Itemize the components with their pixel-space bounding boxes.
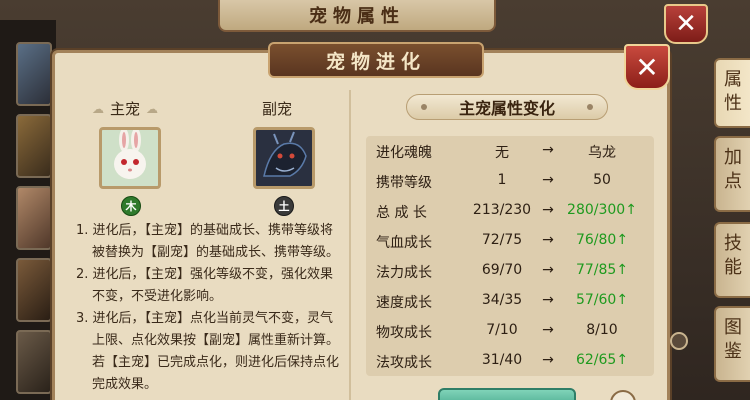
attribute-from-value: 213/230 (472, 202, 532, 218)
rule-text: 3. 进化后，【主宠】点化当前灵气不变，灵气上限、点化效果按【副宠】属性重新计算… (76, 311, 340, 348)
arrow-right-icon: → (542, 202, 554, 218)
attribute-to-text: 62/65 (575, 352, 617, 368)
attribute-to-text: 77/85 (575, 262, 617, 278)
attribute-name: 气血成长 (376, 235, 432, 251)
ornament-dot-icon (587, 104, 593, 110)
tab-codex[interactable]: 图鉴 (714, 306, 750, 382)
attribute-name: 总 成 长 (376, 205, 427, 221)
arrow-up-icon: ↑ (616, 292, 629, 308)
attribute-name: 法攻成长 (376, 355, 432, 371)
attribute-from-value: 无 (495, 145, 509, 161)
main-pet-portrait[interactable] (99, 127, 161, 189)
rule-text: 若【主宠】已完成点化，则进化后保持点化完成效果。 (92, 355, 340, 392)
attribute-from-value: 72/75 (481, 232, 523, 248)
attribute-change-table: 进化魂魄无 → 乌龙 携带等级 1 → 50 总 成 长 213/230 → 280/300↑ 气血成… (366, 136, 654, 376)
attribute-to-value: 76/80↑ (562, 232, 642, 248)
scroll-indicator (670, 332, 688, 350)
rule-text: 1. 进化后，【主宠】的基础成长、携带等级将被替换为【副宠】的基础成长、携带等级… (76, 223, 340, 260)
arrow-right-icon: → (542, 232, 554, 248)
attribute-to-text: 乌龙 (588, 145, 616, 161)
attribute-name: 法力成长 (376, 265, 432, 281)
attribute-to-value: 62/65↑ (562, 352, 642, 368)
ornament-dot-icon (421, 104, 427, 110)
attribute-from-value: 31/40 (481, 352, 523, 368)
attribute-to-text: 8/10 (586, 322, 618, 338)
main-pet-attr-change-header: 主宠属性变化 (406, 94, 608, 120)
main-pet-label: ☁ 主宠 ☁ (92, 98, 158, 119)
tab-add-points[interactable]: 加点 (714, 136, 750, 212)
sub-pet-portrait[interactable] (253, 127, 315, 189)
attribute-to-value: 77/85↑ (562, 262, 642, 278)
arrow-up-icon: ↑ (616, 232, 629, 248)
arrow-right-icon: → (542, 352, 554, 368)
cloud-ornament-icon: ☁ (92, 101, 104, 116)
dialog-title: 宠物进化 (268, 42, 484, 78)
arrow-right-icon: → (542, 172, 554, 188)
attribute-to-value: 乌龙 (562, 142, 642, 162)
pet-list (0, 20, 56, 400)
attribute-from-value: 34/35 (481, 292, 523, 308)
attribute-row: 总 成 长 213/230 → 280/300↑ (366, 196, 654, 226)
arrow-right-icon: → (542, 262, 554, 278)
pet-list-item[interactable] (16, 186, 52, 250)
evolution-rules: 1. 进化后，【主宠】的基础成长、携带等级将被替换为【副宠】的基础成长、携带等级… (76, 220, 342, 396)
attribute-to-text: 280/300 (567, 202, 626, 218)
close-icon[interactable]: ✕ (664, 4, 708, 44)
close-x-icon: ✕ (635, 50, 659, 84)
attribute-to-value: 50 (562, 172, 642, 188)
attribute-name: 物攻成长 (376, 325, 432, 341)
attribute-row: 气血成长 72/75 → 76/80↑ (366, 226, 654, 256)
confirm-evolution-button[interactable] (438, 388, 576, 400)
attribute-to-text: 57/60 (575, 292, 617, 308)
sub-pet-label-text: 副宠 (262, 100, 293, 118)
attribute-row: 速度成长 34/35 → 57/60↑ (366, 286, 654, 316)
black-dragon-icon (256, 130, 312, 186)
cloud-ornament-icon: ☁ (146, 101, 159, 116)
attribute-row: 法攻成长 31/40 → 62/65↑ (366, 346, 654, 376)
attribute-to-text: 50 (593, 172, 611, 188)
pet-attributes-title: 宠物属性 (218, 0, 496, 32)
attribute-from-value: 1 (497, 172, 507, 188)
pet-list-item[interactable] (16, 330, 52, 394)
arrow-up-icon: ↑ (625, 202, 637, 218)
arrow-up-icon: ↑ (616, 262, 629, 278)
attr-header-text: 主宠属性变化 (458, 99, 555, 118)
main-pet-label-text: 主宠 (110, 100, 141, 118)
attribute-row: 物攻成长 7/10 → 8/10 (366, 316, 654, 346)
arrow-up-icon: ↑ (616, 352, 629, 368)
attribute-row: 法力成长 69/70 → 77/85↑ (366, 256, 654, 286)
attribute-to-value: 8/10 (562, 322, 642, 338)
pet-list-item[interactable] (16, 114, 52, 178)
attribute-name: 进化魂魄 (376, 145, 432, 161)
attribute-row: 携带等级 1 → 50 (366, 166, 654, 196)
arrow-right-icon: → (542, 142, 554, 158)
attribute-name: 携带等级 (376, 175, 432, 191)
attribute-to-value: 57/60↑ (562, 292, 642, 308)
attribute-name: 速度成长 (376, 295, 432, 311)
attribute-to-value: 280/300↑ (562, 202, 642, 218)
rule-text: 2. 进化后，【主宠】强化等级不变，强化效果不变，不受进化影响。 (76, 267, 334, 304)
attribute-from-value: 7/10 (486, 322, 518, 338)
tab-attributes[interactable]: 属性 (714, 58, 750, 128)
pet-list-item[interactable] (16, 258, 52, 322)
arrow-right-icon: → (542, 292, 554, 308)
white-rabbit-icon (102, 130, 158, 186)
earth-element-badge: 土 (274, 196, 294, 216)
wood-element-badge: 木 (121, 196, 141, 216)
arrow-right-icon: → (542, 322, 554, 338)
column-divider (349, 90, 351, 400)
attribute-from-value: 69/70 (481, 262, 523, 278)
tab-skills[interactable]: 技能 (714, 222, 750, 298)
sub-pet-label: 副宠 (262, 98, 292, 119)
attribute-to-text: 76/80 (575, 232, 617, 248)
dialog-close-button[interactable]: ✕ (624, 44, 670, 90)
attribute-row: 进化魂魄 无 → 乌龙 (366, 136, 654, 166)
pet-list-item[interactable] (16, 42, 52, 106)
